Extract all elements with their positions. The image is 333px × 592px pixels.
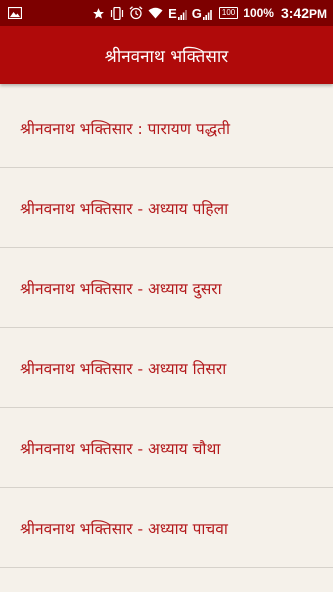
- battery-percent: 100%: [243, 6, 274, 20]
- vibrate-icon: [110, 6, 124, 20]
- status-bar-notifications: [8, 7, 22, 19]
- clock-time: 3:42: [280, 5, 309, 21]
- app-bar: श्रीनवनाथ भक्तिसार: [0, 26, 333, 84]
- star-icon: [92, 7, 105, 20]
- alarm-icon: [129, 6, 143, 20]
- list-item-adhyay-1[interactable]: श्रीनवनाथ भक्तिसार - अध्याय पहिला: [0, 168, 333, 248]
- clock-suffix: PM: [309, 7, 327, 21]
- list-item-label: श्रीनवनाथ भक्तिसार - अध्याय दुसरा: [20, 279, 222, 298]
- status-bar: E G 100 100% 3:42PM: [0, 0, 333, 26]
- signal-icon-2: G: [192, 7, 214, 20]
- page-title: श्रीनवनाथ भक्तिसार: [104, 46, 229, 67]
- chapter-list: श्रीनवनाथ भक्तिसार : पारायण पद्धती श्रीन…: [0, 88, 333, 568]
- status-bar-system: E G 100 100% 3:42PM: [92, 5, 327, 21]
- list-item-label: श्रीनवनाथ भक्तिसार - अध्याय पहिला: [20, 199, 229, 218]
- signal-icon-1: E: [168, 7, 187, 20]
- wifi-icon: [148, 7, 163, 19]
- list-item-label: श्रीनवनाथ भक्तिसार - अध्याय पाचवा: [20, 519, 228, 538]
- list-item-parayan-paddhati[interactable]: श्रीनवनाथ भक्तिसार : पारायण पद्धती: [0, 88, 333, 168]
- image-notification-icon: [8, 7, 22, 19]
- battery-icon: 100: [218, 7, 239, 19]
- network-type-label-1: E: [168, 5, 177, 21]
- list-item-label: श्रीनवनाथ भक्तिसार - अध्याय चौथा: [20, 439, 221, 458]
- clock: 3:42PM: [281, 5, 327, 21]
- list-item-adhyay-5[interactable]: श्रीनवनाथ भक्तिसार - अध्याय पाचवा: [0, 488, 333, 568]
- list-item-adhyay-2[interactable]: श्रीनवनाथ भक्तिसार - अध्याय दुसरा: [0, 248, 333, 328]
- list-item-label: श्रीनवनाथ भक्तिसार - अध्याय तिसरा: [20, 359, 227, 378]
- network-type-label-2: G: [191, 5, 202, 21]
- list-item-adhyay-4[interactable]: श्रीनवनाथ भक्तिसार - अध्याय चौथा: [0, 408, 333, 488]
- list-item-adhyay-3[interactable]: श्रीनवनाथ भक्तिसार - अध्याय तिसरा: [0, 328, 333, 408]
- list-item-label: श्रीनवनाथ भक्तिसार : पारायण पद्धती: [20, 119, 230, 138]
